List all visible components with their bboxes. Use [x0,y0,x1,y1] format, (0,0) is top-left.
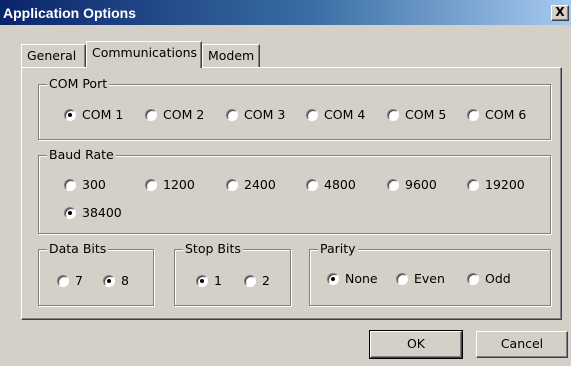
baud-rate-radio-38400[interactable]: 38400 [64,205,122,220]
data-bits-radio-7[interactable]: 7 [57,273,83,288]
baud-rate-radio-1200[interactable]: 1200 [145,177,195,192]
baud-rate-radio-19200[interactable]: 19200 [467,177,525,192]
window-title: Application Options [3,5,136,21]
radio-circle [306,108,318,121]
radio-label: 1 [214,273,222,288]
baud-rate-radio-9600[interactable]: 9600 [387,177,437,192]
baud-rate-radio-2400[interactable]: 2400 [226,177,276,192]
radio-label: COM 4 [324,107,366,122]
radio-label: 2 [262,273,270,288]
baud-rate-radio-4800[interactable]: 4800 [306,177,356,192]
baud-rate-group: Baud Rate 300 1200 2400 4800 9600 19200 … [38,147,551,234]
radio-label: 7 [75,273,83,288]
ok-button[interactable]: OK [369,330,463,359]
com-port-legend: COM Port [47,76,110,92]
com-port-radio-com5[interactable]: COM 5 [387,107,446,122]
tab-modem[interactable]: Modem [202,44,260,68]
parity-legend: Parity [318,241,358,257]
radio-label: 2400 [244,177,276,192]
radio-circle [64,178,76,191]
baud-rate-legend: Baud Rate [47,147,116,163]
stop-bits-legend: Stop Bits [183,241,243,257]
radio-label: None [345,271,378,286]
radio-circle [244,274,256,287]
radio-label: COM 6 [485,107,527,122]
com-port-group: COM Port COM 1 COM 2 COM 3 COM 4 COM 5 C… [38,76,551,140]
close-button[interactable]: X [551,5,569,21]
radio-label: 300 [82,177,106,192]
radio-label: 9600 [405,177,437,192]
radio-label: COM 3 [244,107,286,122]
cancel-button[interactable]: Cancel [476,331,568,358]
radio-circle [306,178,318,191]
radio-circle [387,108,399,121]
radio-circle [196,274,208,287]
data-bits-radio-8[interactable]: 8 [103,273,129,288]
com-port-radio-com6[interactable]: COM 6 [467,107,526,122]
com-port-radio-com1[interactable]: COM 1 [64,107,123,122]
parity-group: Parity None Even Odd [309,241,551,306]
com-port-radio-com3[interactable]: COM 3 [226,107,285,122]
radio-label: COM 1 [82,107,124,122]
baud-rate-radio-300[interactable]: 300 [64,177,106,192]
radio-label: 38400 [82,205,122,220]
radio-label: COM 5 [405,107,447,122]
radio-circle [467,178,479,191]
radio-circle [327,272,339,285]
radio-circle [64,206,76,219]
radio-circle [467,108,479,121]
radio-circle [226,178,238,191]
tab-communications[interactable]: Communications [86,41,202,68]
com-port-radio-com4[interactable]: COM 4 [306,107,365,122]
radio-label: Even [414,271,445,286]
radio-label: 8 [121,273,129,288]
data-bits-legend: Data Bits [47,241,109,257]
stop-bits-group: Stop Bits 1 2 [174,241,291,306]
com-port-radio-com2[interactable]: COM 2 [145,107,204,122]
stop-bits-radio-2[interactable]: 2 [244,273,270,288]
stop-bits-radio-1[interactable]: 1 [196,273,222,288]
radio-circle [467,272,479,285]
radio-label: 4800 [324,177,356,192]
radio-label: 19200 [485,177,525,192]
parity-radio-none[interactable]: None [327,271,378,286]
radio-label: Odd [485,271,511,286]
radio-label: 1200 [163,177,195,192]
data-bits-group: Data Bits 7 8 [38,241,154,306]
radio-circle [57,274,69,287]
title-bar: Application Options X [0,0,571,26]
tab-general[interactable]: General [21,44,86,68]
radio-circle [387,178,399,191]
radio-circle [396,272,408,285]
radio-circle [103,274,115,287]
radio-label: COM 2 [163,107,205,122]
parity-radio-even[interactable]: Even [396,271,445,286]
radio-circle [145,178,157,191]
radio-circle [145,108,157,121]
radio-circle [226,108,238,121]
radio-circle [64,108,76,121]
parity-radio-odd[interactable]: Odd [467,271,511,286]
